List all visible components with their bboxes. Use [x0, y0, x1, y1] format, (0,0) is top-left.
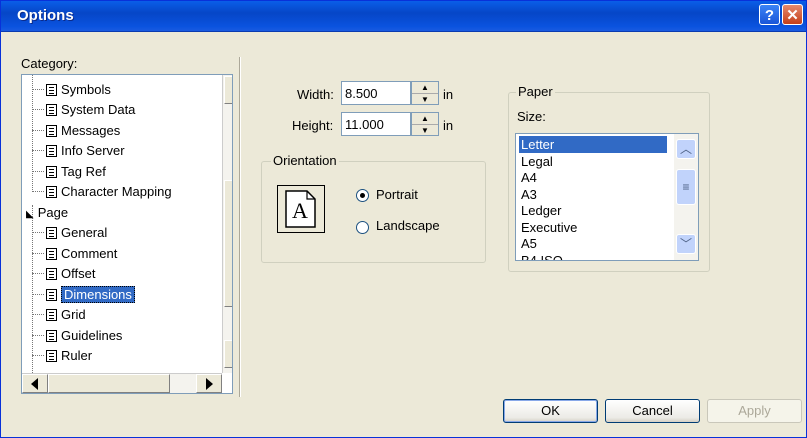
- document-icon: [46, 227, 57, 239]
- ok-button[interactable]: OK: [503, 399, 598, 423]
- tree-item-guidelines[interactable]: Guidelines: [32, 326, 122, 346]
- orientation-preview: A: [277, 185, 325, 233]
- tree-item-tag-ref[interactable]: Tag Ref: [32, 162, 106, 182]
- document-icon: [46, 268, 57, 280]
- preview-letter: A: [292, 198, 308, 223]
- tree-item-page[interactable]: ◣ Page: [26, 203, 68, 223]
- tree-item-messages[interactable]: Messages: [32, 121, 120, 141]
- vertical-divider: [239, 57, 241, 397]
- paper-title: Paper: [516, 84, 555, 99]
- list-scroll-thumb[interactable]: ≡: [676, 169, 696, 205]
- category-label: Category:: [21, 56, 78, 71]
- expanded-icon[interactable]: ◣: [26, 209, 34, 220]
- help-icon[interactable]: ?: [759, 4, 780, 25]
- document-icon: [46, 289, 57, 301]
- chevron-up-icon[interactable]: ︿: [676, 139, 696, 159]
- portrait-label[interactable]: Portrait: [376, 187, 418, 202]
- title-bar[interactable]: Options ? ✕: [1, 1, 806, 32]
- tree-item-general[interactable]: General: [32, 223, 107, 243]
- scroll-right-button[interactable]: [196, 374, 222, 393]
- list-item[interactable]: Letter: [519, 136, 667, 153]
- size-label: Size:: [517, 109, 546, 124]
- document-icon: [46, 166, 57, 178]
- landscape-radio[interactable]: [356, 221, 369, 234]
- portrait-radio[interactable]: [356, 189, 369, 202]
- arrow-up-icon: [230, 82, 233, 98]
- scroll-down-button[interactable]: [224, 340, 233, 368]
- cancel-button[interactable]: Cancel: [605, 399, 700, 423]
- tree-item-system-data[interactable]: System Data: [32, 100, 135, 120]
- height-unit: in: [443, 118, 454, 133]
- orientation-title: Orientation: [271, 153, 339, 168]
- document-icon: [46, 186, 57, 198]
- arrow-right-icon: [206, 378, 213, 390]
- arrow-down-icon: [230, 346, 233, 362]
- dialog-title: Options: [17, 7, 74, 24]
- document-icon: [46, 84, 57, 96]
- list-item[interactable]: B4 ISO: [519, 252, 565, 260]
- height-input[interactable]: [341, 112, 411, 136]
- paper-list-scrollbar[interactable]: ︿ ≡ ﹀: [674, 134, 698, 260]
- list-item[interactable]: Ledger: [519, 202, 563, 219]
- height-label: Height:: [292, 118, 334, 133]
- document-icon: [46, 104, 57, 116]
- document-icon: [46, 330, 57, 342]
- height-spin-arrows[interactable]: ▲ ▼: [411, 112, 439, 136]
- close-icon[interactable]: ✕: [782, 4, 803, 25]
- list-item[interactable]: A3: [519, 186, 539, 203]
- document-icon: [46, 350, 57, 362]
- paper-size-list[interactable]: Letter Legal A4 A3 Ledger Executive A5 B…: [515, 133, 699, 261]
- tree-horizontal-scrollbar[interactable]: [22, 373, 222, 393]
- tree-item-comment[interactable]: Comment: [32, 244, 117, 264]
- tree-item-symbols[interactable]: Symbols: [32, 80, 111, 100]
- width-spin-arrows[interactable]: ▲ ▼: [411, 81, 439, 105]
- options-dialog: Options ? ✕ Category: Symbols System Dat…: [0, 0, 807, 438]
- document-icon: [46, 309, 57, 321]
- tree-item-offset[interactable]: Offset: [32, 264, 95, 284]
- category-tree[interactable]: Symbols System Data Messages Info Server…: [21, 74, 233, 394]
- document-icon: [46, 125, 57, 137]
- list-item[interactable]: A4: [519, 169, 539, 186]
- chevron-down-icon[interactable]: ﹀: [676, 234, 696, 254]
- scroll-left-button[interactable]: [22, 374, 48, 393]
- scroll-thumb[interactable]: [224, 180, 232, 307]
- landscape-label[interactable]: Landscape: [376, 218, 440, 233]
- width-stepper[interactable]: ▲▼: [341, 81, 439, 105]
- list-item[interactable]: A5: [519, 235, 539, 252]
- tree-item-grid[interactable]: Grid: [32, 305, 86, 325]
- arrow-left-icon: [31, 378, 38, 390]
- hscroll-thumb[interactable]: [48, 374, 170, 393]
- tree-item-dimensions[interactable]: Dimensions: [32, 285, 135, 305]
- tree-vertical-scrollbar[interactable]: [222, 75, 233, 373]
- scroll-up-button[interactable]: [224, 76, 233, 104]
- width-label: Width:: [297, 87, 334, 102]
- document-icon: [46, 145, 57, 157]
- width-unit: in: [443, 87, 454, 102]
- tree-item-info-server[interactable]: Info Server: [32, 141, 125, 161]
- tree-item-character-mapping[interactable]: Character Mapping: [32, 182, 172, 202]
- tree-item-ruler[interactable]: Ruler: [32, 346, 92, 366]
- document-icon: [46, 248, 57, 260]
- list-item[interactable]: Executive: [519, 219, 579, 236]
- height-stepper[interactable]: ▲▼: [341, 112, 439, 136]
- apply-button[interactable]: Apply: [707, 399, 802, 423]
- list-item[interactable]: Legal: [519, 153, 555, 170]
- width-input[interactable]: [341, 81, 411, 105]
